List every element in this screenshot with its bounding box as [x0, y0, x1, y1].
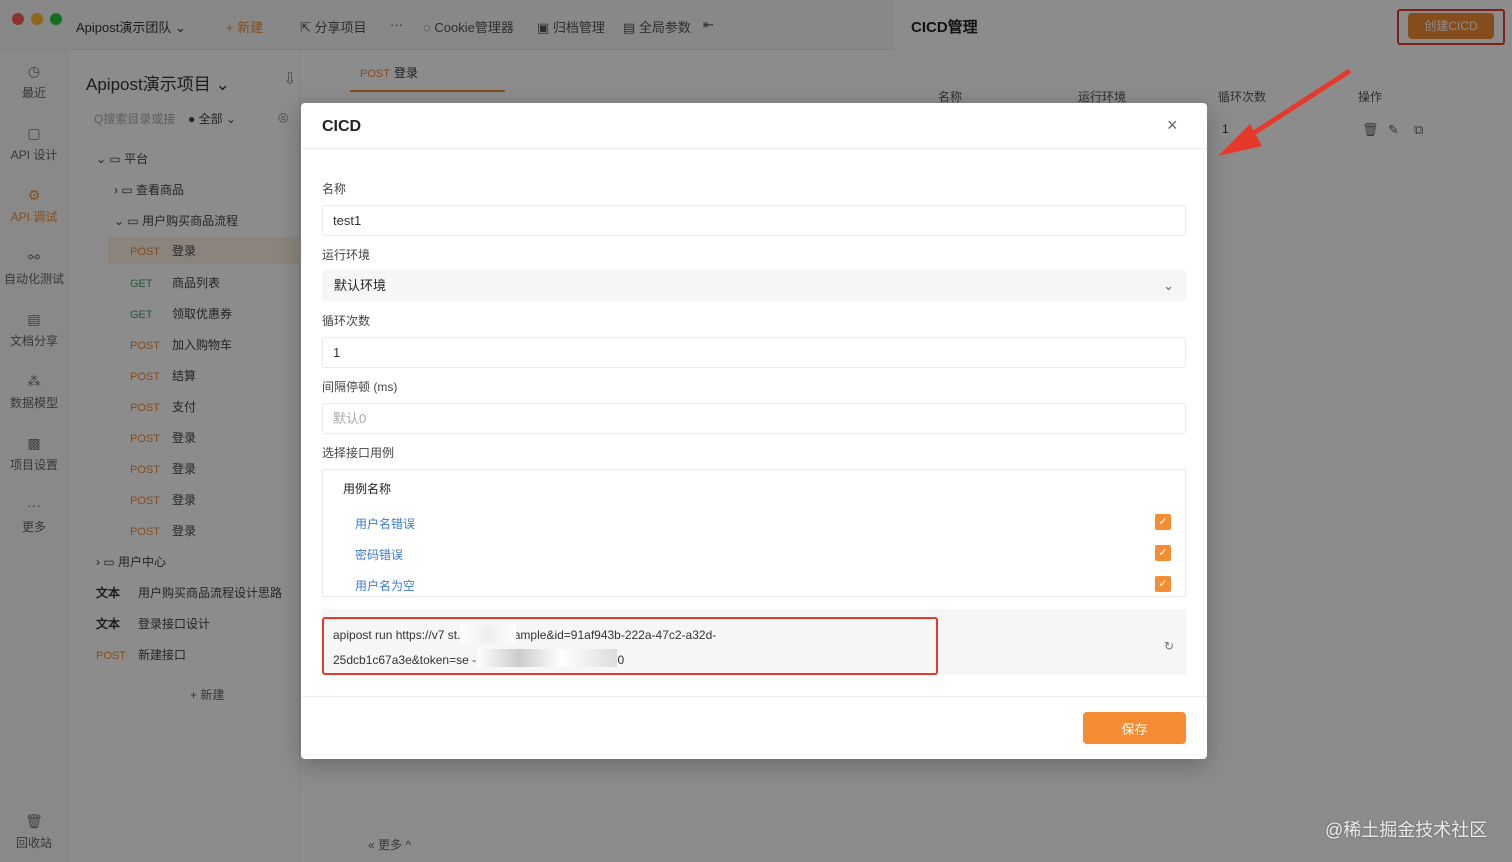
refresh-icon[interactable]: ↻	[1164, 639, 1174, 653]
case-checkbox[interactable]: ✓	[1155, 576, 1171, 592]
watermark: @稀土掘金技术社区	[1325, 820, 1488, 840]
case-name: 用户名为空	[355, 579, 416, 593]
modal-header: CICD ×	[301, 103, 1207, 149]
case-list: 用例名称 用户名错误 ✓ 密码错误 ✓ 用户名为空 ✓	[322, 469, 1186, 597]
env-label: 运行环境	[322, 248, 371, 262]
case-checkbox[interactable]: ✓	[1155, 514, 1171, 530]
redaction-mask	[460, 625, 516, 643]
case-row[interactable]: 用户名为空 ✓	[323, 569, 1185, 600]
case-name: 用户名错误	[355, 517, 416, 531]
delay-label: 间隔停顿 (ms)	[322, 380, 398, 394]
chevron-down-icon: ⌄	[1163, 278, 1174, 293]
footer-divider	[301, 696, 1207, 697]
case-row[interactable]: 用户名错误 ✓	[323, 507, 1185, 538]
close-icon[interactable]: ×	[1167, 115, 1178, 136]
env-select[interactable]: 默认环境 ⌄	[322, 270, 1186, 301]
command-line: apipost run https://v7 st.cn/api/cli/ am…	[333, 628, 717, 642]
save-button[interactable]: 保存	[1083, 712, 1186, 744]
case-row[interactable]: 密码错误 ✓	[323, 538, 1185, 569]
name-field[interactable]	[322, 205, 1186, 236]
command-text[interactable]: apipost run https://v7 st.cn/api/cli/ am…	[333, 623, 927, 673]
cicd-modal: CICD × 名称 运行环境 默认环境 ⌄ 循环次数 间隔停顿 (ms) 选择接…	[301, 103, 1207, 759]
name-label: 名称	[322, 182, 347, 196]
env-value: 默认环境	[334, 278, 387, 293]
modal-title: CICD	[322, 118, 362, 135]
command-box: apipost run https://v7 st.cn/api/cli/ am…	[322, 609, 1186, 675]
loop-count-field[interactable]	[322, 337, 1186, 368]
redaction-mask	[477, 649, 617, 667]
case-name: 密码错误	[355, 548, 404, 562]
cases-label: 选择接口用例	[322, 446, 395, 460]
case-checkbox[interactable]: ✓	[1155, 545, 1171, 561]
delay-field[interactable]	[322, 403, 1186, 434]
command-line: 25dcb1c67a3e&token=se -r html -n 1 --del…	[333, 653, 625, 667]
loop-label: 循环次数	[322, 314, 371, 328]
case-list-header: 用例名称	[343, 482, 392, 496]
